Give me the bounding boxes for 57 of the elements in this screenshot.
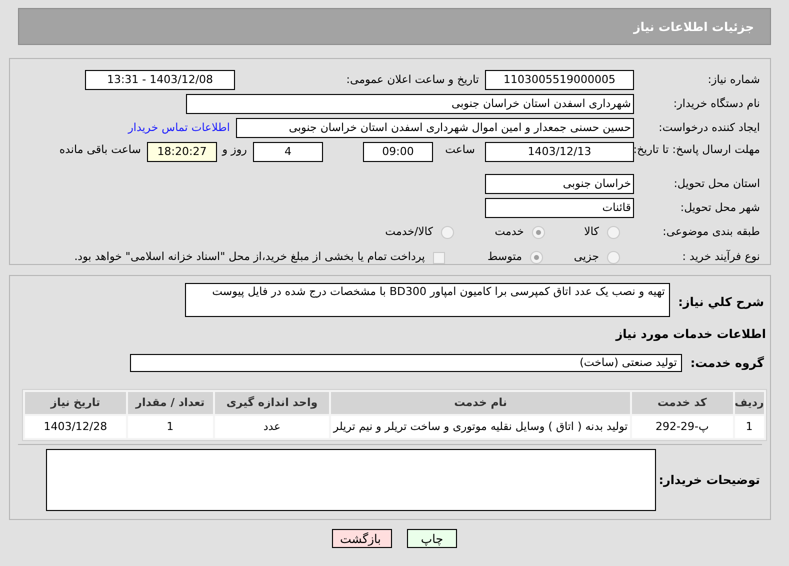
radio-button[interactable] bbox=[607, 226, 620, 239]
value-field: 4 bbox=[253, 142, 323, 162]
value-field: حسین حسنی جمعدار و امین اموال شهرداری اسفدن استان خراسان جنوبی bbox=[236, 118, 634, 138]
table-cell: 1403/12/28 bbox=[25, 416, 126, 438]
radio-label: جزیی bbox=[572, 249, 600, 266]
field-label: مهلت ارسال پاسخ: تا تاریخ: bbox=[634, 142, 761, 157]
radio-label: خدمت bbox=[494, 224, 525, 240]
section-title: اطلاعات خدمات مورد نیاز bbox=[616, 326, 767, 343]
column-header: تعداد / مقدار bbox=[128, 392, 212, 414]
value-field: 09:00 bbox=[363, 142, 433, 162]
field-label: ساعت باقی مانده bbox=[59, 142, 142, 158]
back-button[interactable]: بازگشت bbox=[332, 529, 392, 548]
value-field: 1403/12/13 bbox=[485, 142, 634, 162]
print-button[interactable]: چاپ bbox=[407, 529, 457, 548]
buyer-contact-link[interactable]: اطلاعات تماس خریدار bbox=[128, 120, 230, 136]
field-label: ساعت bbox=[444, 142, 476, 158]
field-label: توضیحات خریدار: bbox=[660, 472, 761, 489]
radio-label: کالا/خدمت bbox=[384, 224, 434, 240]
value-field: شهرداری اسفدن استان خراسان جنوبی bbox=[186, 94, 634, 114]
table-cell: تولید بدنه ( اتاق ) وسایل نقلیه موتوری و ساخت تریلر و نیم تریلر bbox=[331, 416, 630, 438]
field-label: شهر محل تحویل: bbox=[679, 200, 761, 216]
field-label: گروه خدمت: bbox=[689, 355, 765, 372]
notes-box[interactable] bbox=[46, 449, 656, 511]
value-field: خراسان جنوبی bbox=[485, 174, 634, 194]
radio-button[interactable] bbox=[532, 226, 545, 239]
radio-button[interactable] bbox=[441, 226, 454, 239]
radio-label: متوسط bbox=[486, 249, 523, 266]
field-label: روز و bbox=[220, 142, 248, 158]
column-header: کد خدمت bbox=[632, 392, 733, 414]
column-header: ردیف bbox=[734, 392, 764, 414]
value-field: 18:20:27 bbox=[147, 142, 217, 162]
description-box: تهیه و نصب یک عدد اتاق کمپرسی برا کامیون امپاور BD300 با مشخصات درج شده در فایل پیوست bbox=[185, 283, 670, 317]
radio-button[interactable] bbox=[607, 251, 620, 264]
radio-label: کالا bbox=[583, 224, 600, 240]
field-label: نام دستگاه خریدار: bbox=[672, 96, 761, 112]
value-field: 1403/12/08 - 13:31 bbox=[85, 70, 235, 90]
value-field: 1103005519000005 bbox=[485, 70, 634, 90]
table-cell: 1 bbox=[128, 416, 212, 438]
field-label: تاریخ و ساعت اعلان عمومی: bbox=[345, 72, 480, 88]
column-header: تاریخ نیاز bbox=[25, 392, 126, 414]
column-header: واحد اندازه گیری bbox=[214, 392, 330, 414]
table-cell: 1 bbox=[734, 416, 764, 438]
field-label: استان محل تحویل: bbox=[672, 176, 761, 192]
table-cell: پ-29-292 bbox=[632, 416, 733, 438]
column-header: نام خدمت bbox=[331, 392, 630, 414]
field-label: ایجاد کننده درخواست: bbox=[658, 120, 761, 136]
value-field: قائنات bbox=[485, 198, 634, 218]
field-label: نوع فرآیند خرید : bbox=[681, 249, 761, 266]
field-label: طبقه بندی موضوعی: bbox=[662, 224, 761, 240]
checkbox[interactable] bbox=[433, 252, 445, 264]
field-label: شرح کلي نیاز: bbox=[677, 294, 765, 311]
field-label: شماره نیاز: bbox=[706, 72, 761, 88]
table-cell: عدد bbox=[214, 416, 330, 438]
radio-button[interactable] bbox=[530, 251, 543, 264]
checkbox-label: پرداخت تمام یا بخشی از مبلغ خرید،از محل "اسناد خزانه اسلامی" خواهد بود. bbox=[74, 249, 426, 266]
value-field: تولید صنعتی (ساخت) bbox=[130, 354, 682, 372]
page-title: جزئیات اطلاعات نیاز bbox=[633, 18, 754, 36]
